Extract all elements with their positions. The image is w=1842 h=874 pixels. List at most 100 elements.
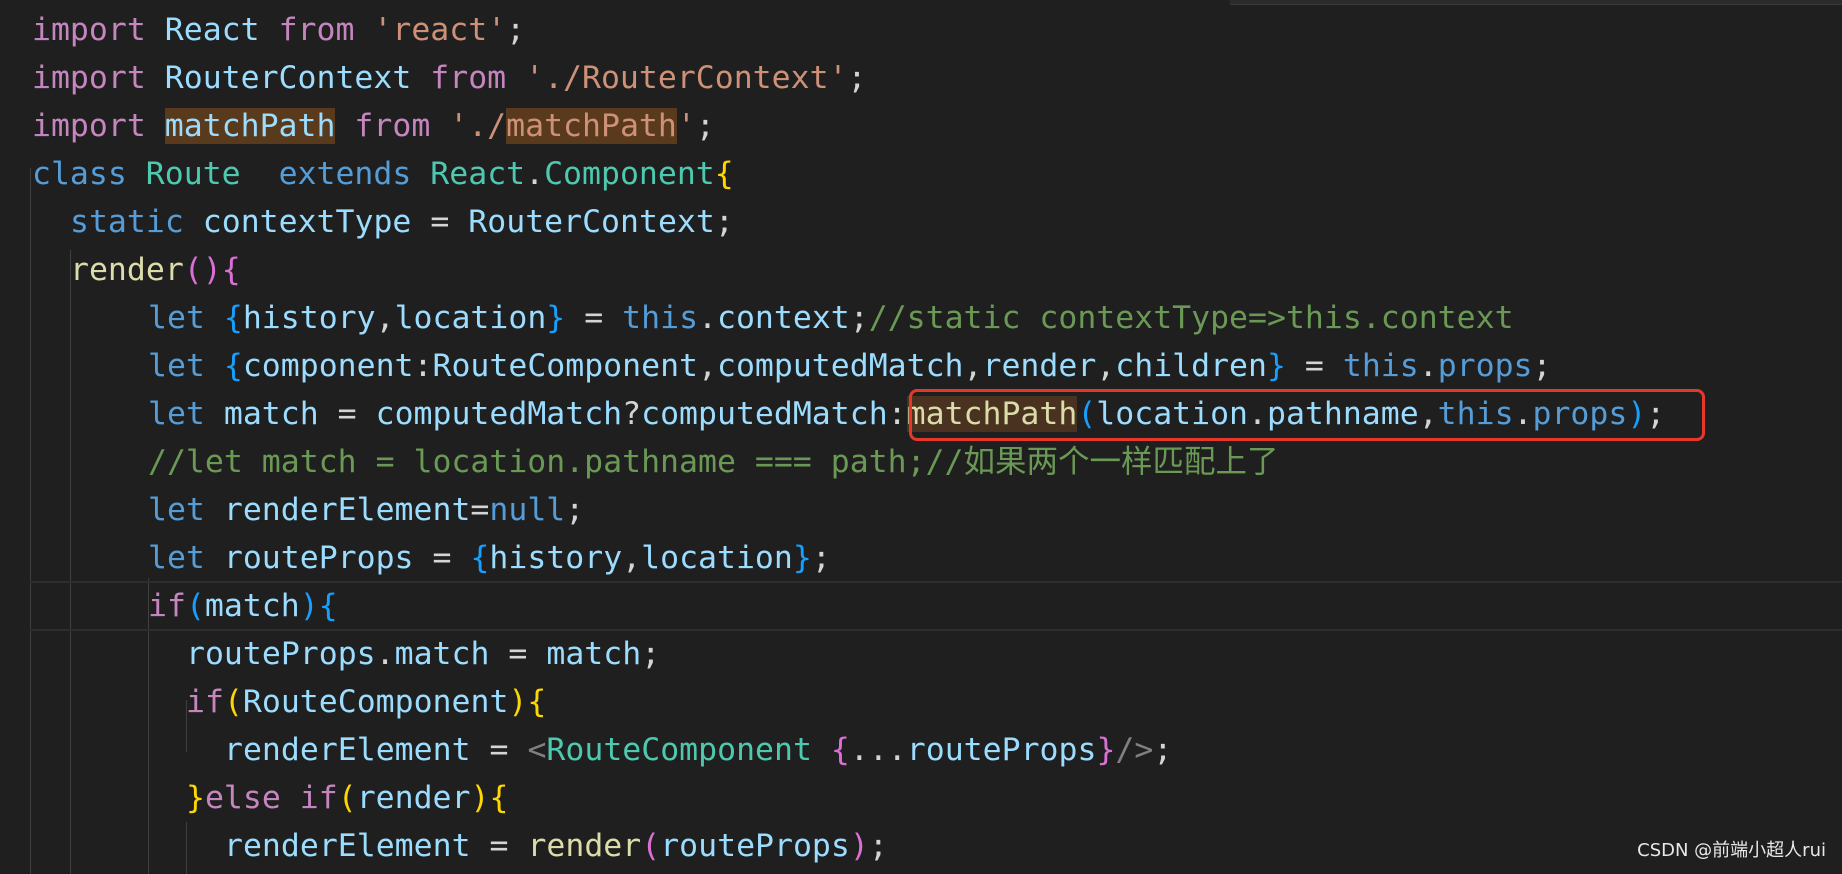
- token: =: [489, 636, 547, 672]
- highlighted-token: matchPath: [164, 108, 336, 144]
- token: {: [221, 252, 241, 288]
- token: from: [278, 12, 355, 48]
- token: renderElement: [224, 828, 471, 864]
- token: routeProps: [906, 732, 1097, 768]
- token: ,: [375, 300, 395, 336]
- token: computedMatch: [641, 396, 888, 432]
- code-line-11[interactable]: let renderElement=null;: [0, 486, 1842, 534]
- token: ;: [868, 828, 888, 864]
- token: {: [223, 300, 243, 336]
- code-line-3[interactable]: import matchPath from './matchPath';: [0, 102, 1842, 150]
- find-widget-edge: [1230, 0, 1842, 5]
- code-line-14[interactable]: routeProps.match = match;: [0, 630, 1842, 678]
- token: ': [676, 108, 696, 144]
- token: }: [186, 780, 205, 816]
- token: computedMatch: [716, 348, 964, 384]
- token: .: [698, 300, 717, 336]
- token: if: [299, 780, 338, 816]
- token: RouterContext: [468, 204, 715, 240]
- token: {: [470, 540, 490, 576]
- token: props: [1437, 348, 1533, 384]
- token: ;: [847, 60, 867, 96]
- code-line-5[interactable]: static contextType = RouterContext;: [0, 198, 1842, 246]
- token: =: [470, 828, 528, 864]
- token: extends: [278, 156, 412, 192]
- token: .: [375, 636, 395, 672]
- token: Component: [544, 156, 715, 192]
- token: this: [622, 300, 699, 336]
- token: render: [70, 252, 184, 288]
- token: ,: [622, 540, 642, 576]
- token: .: [1418, 348, 1438, 384]
- code-line-17[interactable]: }else if(render){: [0, 774, 1842, 822]
- token: =: [565, 300, 623, 336]
- token: ,: [698, 348, 717, 384]
- token: (: [641, 828, 661, 864]
- token: let: [148, 348, 205, 384]
- token: Route: [145, 156, 241, 192]
- token: ;: [565, 492, 585, 528]
- token: =: [470, 492, 490, 528]
- token: (: [223, 684, 243, 720]
- token: ;: [811, 540, 831, 576]
- token: =: [411, 204, 469, 240]
- code-editor[interactable]: import React from 'react'; import Router…: [0, 0, 1842, 874]
- token: render: [982, 348, 1097, 384]
- token: ): [849, 828, 869, 864]
- token: ;: [1532, 348, 1552, 384]
- token: class: [32, 156, 127, 192]
- code-line-6[interactable]: render(){: [0, 246, 1842, 294]
- token: component: [242, 348, 414, 384]
- token: match: [223, 396, 319, 432]
- token: history: [242, 300, 376, 336]
- token: ): [299, 588, 319, 624]
- code-line-16[interactable]: renderElement = <RouteComponent {...rout…: [0, 726, 1842, 774]
- code-line-18[interactable]: renderElement = render(routeProps);: [0, 822, 1842, 870]
- token: {: [318, 588, 338, 624]
- token: React: [164, 12, 260, 48]
- token: ): [508, 684, 528, 720]
- token: ;: [506, 12, 526, 48]
- code-line-12[interactable]: let routeProps = {history,location};: [0, 534, 1842, 582]
- token: let: [148, 492, 205, 528]
- token: {: [811, 732, 850, 768]
- token: else: [204, 780, 281, 816]
- token: from: [430, 60, 507, 96]
- token: :: [413, 348, 433, 384]
- token: .: [525, 156, 545, 192]
- code-line-2[interactable]: import RouterContext from './RouterConte…: [0, 54, 1842, 102]
- token: let: [148, 396, 205, 432]
- token: renderElement: [224, 732, 471, 768]
- token: <: [527, 732, 547, 768]
- code-line-7[interactable]: let {history,location} = this.context;//…: [0, 294, 1842, 342]
- token: ,: [963, 348, 983, 384]
- token: import: [32, 108, 146, 144]
- comment: //static contextType=>this.context: [868, 300, 1514, 336]
- code-line-13[interactable]: if(match){: [0, 582, 1842, 630]
- token: }: [792, 540, 812, 576]
- token: ;: [714, 204, 734, 240]
- token: ,: [1096, 348, 1116, 384]
- token: ): [470, 780, 490, 816]
- token: routeProps: [223, 540, 414, 576]
- code-line-10[interactable]: //let match = location.pathname === path…: [0, 438, 1842, 486]
- token: static: [70, 204, 184, 240]
- token: ;: [695, 108, 715, 144]
- token: render: [356, 780, 471, 816]
- code-line-8[interactable]: let {component:RouteComponent,computedMa…: [0, 342, 1842, 390]
- token: ;: [1153, 732, 1173, 768]
- token: null: [489, 492, 566, 528]
- token: {: [489, 780, 509, 816]
- token: location: [641, 540, 793, 576]
- token: './: [449, 108, 507, 144]
- token: this: [1342, 348, 1419, 384]
- watermark: CSDN @前端小超人rui: [1637, 840, 1826, 861]
- code-line-1[interactable]: import React from 'react';: [0, 6, 1842, 54]
- code-line-4[interactable]: class Route extends React.Component{: [0, 150, 1842, 198]
- highlighted-token: matchPath: [506, 108, 677, 144]
- token: }: [546, 300, 566, 336]
- token: ?: [622, 396, 642, 432]
- code-line-15[interactable]: if(RouteComponent){: [0, 678, 1842, 726]
- token: let: [148, 300, 205, 336]
- token: match: [204, 588, 300, 624]
